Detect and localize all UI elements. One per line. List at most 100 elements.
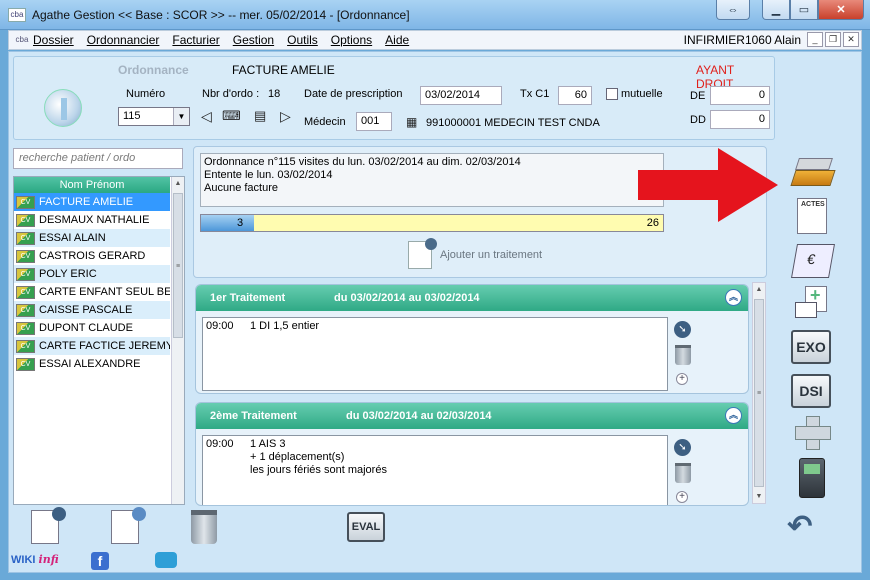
patient-row[interactable]: CV FACTURE AMELIE <box>14 193 170 211</box>
current-user: INFIRMIER1060 Alain <box>683 33 801 47</box>
list-column-header[interactable]: Nom Prénom <box>14 177 170 193</box>
mdi-minimize-button[interactable]: _ <box>807 32 823 47</box>
patient-row[interactable]: CV CARTE FACTICE JEREMY <box>14 337 170 355</box>
scroll-up-icon[interactable]: ▲ <box>172 177 184 190</box>
menu-options[interactable]: Options <box>331 33 372 47</box>
plus-icon[interactable]: + <box>676 373 688 385</box>
dd-field[interactable]: 0 <box>710 110 770 129</box>
previous-triangle-icon[interactable]: ◁ <box>201 108 212 125</box>
patient-list: Nom Prénom CV FACTURE AMELIE CV DESMAUX NAT… <box>13 176 185 505</box>
document-menu-icon[interactable]: cba <box>11 32 33 48</box>
vitale-card-icon: CV <box>16 267 35 281</box>
mutuelle-label: mutuelle <box>621 88 663 100</box>
patient-row[interactable]: CV CAISSE PASCALE <box>14 301 170 319</box>
patient-row[interactable]: CV DESMAUX NATHALIE <box>14 211 170 229</box>
menu-facturier[interactable]: Facturier <box>172 33 219 47</box>
de-label: DE <box>690 90 706 102</box>
menu-outils[interactable]: Outils <box>287 33 318 47</box>
treatment-header[interactable]: 2ème Traitement du 03/02/2014 au 02/03/2… <box>196 403 748 429</box>
scroll-thumb[interactable]: ≡ <box>754 299 764 487</box>
actes-button[interactable]: ACTES <box>791 198 833 234</box>
patient-row[interactable]: CV CASTROIS GERARD <box>14 247 170 265</box>
patient-row[interactable]: CV ESSAI ALEXANDRE <box>14 355 170 373</box>
ordonnance-header: Ordonnance FACTURE AMELIE AYANT DROIT Nu… <box>13 56 775 140</box>
close-button[interactable]: ✕ <box>818 0 864 20</box>
new-document-icon[interactable] <box>31 507 66 544</box>
patient-row[interactable]: CV DUPONT CLAUDE <box>14 319 170 337</box>
search-input[interactable]: recherche patient / ordo <box>13 148 183 169</box>
collapse-chevrons-icon[interactable]: ︽ <box>725 289 742 306</box>
printer-icon[interactable]: ▤ <box>254 108 266 124</box>
menu-gestion[interactable]: Gestion <box>233 33 274 47</box>
numero-label: Numéro <box>126 88 166 100</box>
edit-arrow-icon[interactable]: ➘ <box>674 321 691 338</box>
patient-row[interactable]: CV ESSAI ALAIN <box>14 229 170 247</box>
app-icon: cba <box>8 8 26 22</box>
collapse-chevrons-icon[interactable]: ︽ <box>725 407 742 424</box>
wiki-infi-link[interactable]: WIKI infi <box>11 553 59 566</box>
treatment-period: du 03/02/2014 au 03/02/2014 <box>334 292 480 304</box>
vitale-card-icon: CV <box>16 285 35 299</box>
dsi-label: DSI <box>791 374 831 408</box>
mail-document-icon <box>795 285 829 320</box>
patient-row[interactable]: CV POLY ERIC <box>14 265 170 283</box>
menu-aide[interactable]: Aide <box>385 33 409 47</box>
menu-ordonnancier[interactable]: Ordonnancier <box>87 33 160 47</box>
patient-row[interactable]: CV CARTE ENFANT SEUL BEN <box>14 283 170 301</box>
medecin-name: 991000001 MEDECIN TEST CNDA <box>426 117 600 129</box>
maximize-button[interactable]: ▭ <box>790 0 818 20</box>
date-prescription-label: Date de prescription <box>304 88 403 100</box>
txc1-field[interactable]: 60 <box>558 86 592 105</box>
medecin-label: Médecin <box>304 116 346 128</box>
edit-arrow-icon[interactable]: ➘ <box>674 439 691 456</box>
summary-line-3: Aucune facture <box>204 182 278 194</box>
de-field[interactable]: 0 <box>710 86 770 105</box>
treatment-time: 09:00 <box>206 438 234 450</box>
menu-dossier[interactable]: Dossier <box>33 33 74 47</box>
pharmacy-cross-button[interactable] <box>791 416 833 450</box>
facebook-icon[interactable]: f <box>91 552 109 570</box>
patient-name: ESSAI ALAIN <box>39 232 106 244</box>
patient-list-scrollbar[interactable]: ▲ ≡ <box>171 177 184 504</box>
numero-select[interactable]: 115 ▼ <box>118 107 190 126</box>
eval-button[interactable]: EVAL <box>347 512 385 542</box>
minimize-button[interactable]: ▁ <box>762 0 790 20</box>
next-triangle-icon[interactable]: ▷ <box>280 108 291 125</box>
card-reader-icon[interactable]: ⌨ <box>222 108 241 124</box>
trash-icon[interactable] <box>675 463 691 483</box>
mail-prescription-button[interactable] <box>791 285 833 320</box>
exo-button[interactable]: EXO <box>791 330 833 364</box>
scanner-icon[interactable] <box>790 158 836 188</box>
patient-name: POLY ERIC <box>39 268 97 280</box>
back-arrow-icon[interactable]: ↶ <box>781 510 819 544</box>
restore-arrows-icon[interactable]: ⇔ <box>716 0 750 20</box>
card-terminal-button[interactable] <box>791 458 833 498</box>
bottom-toolbar: EVAL ↶ <box>9 507 861 550</box>
wiki-text: WIKI <box>11 554 36 566</box>
vitale-card-icon: CV <box>16 339 35 353</box>
treatments-scrollbar[interactable]: ▲ ≡ ▼ <box>752 282 766 504</box>
treatment-header[interactable]: 1er Traitement du 03/02/2014 au 03/02/20… <box>196 285 748 311</box>
vitale-card-icon: CV <box>16 357 35 371</box>
edit-document-icon[interactable] <box>111 507 146 544</box>
trash-icon[interactable] <box>191 510 217 544</box>
chat-bubble-icon[interactable] <box>155 552 177 568</box>
scroll-thumb[interactable]: ≡ <box>173 193 183 338</box>
patient-name: CARTE ENFANT SEUL BEN <box>39 286 170 298</box>
footer: WIKI infi f <box>9 550 861 572</box>
dsi-button[interactable]: DSI <box>791 374 833 408</box>
scroll-down-icon[interactable]: ▼ <box>753 490 765 503</box>
scroll-up-icon[interactable]: ▲ <box>753 283 765 296</box>
trash-icon[interactable] <box>675 345 691 365</box>
date-prescription-field[interactable]: 03/02/2014 <box>420 86 502 105</box>
medecin-card-icon[interactable]: ▦ <box>406 115 417 129</box>
mutuelle-checkbox[interactable] <box>606 88 618 100</box>
billing-stack-button[interactable] <box>791 244 835 278</box>
treatment-card-2: 2ème Traitement du 03/02/2014 au 02/03/2… <box>195 402 749 506</box>
plus-icon[interactable]: + <box>676 491 688 503</box>
mdi-close-button[interactable]: ✕ <box>843 32 859 47</box>
add-treatment-button[interactable]: Ajouter un traitement <box>408 238 542 269</box>
progress-fill <box>201 215 255 231</box>
medecin-code-field[interactable]: 001 <box>356 112 392 131</box>
mdi-restore-button[interactable]: ❐ <box>825 32 841 47</box>
